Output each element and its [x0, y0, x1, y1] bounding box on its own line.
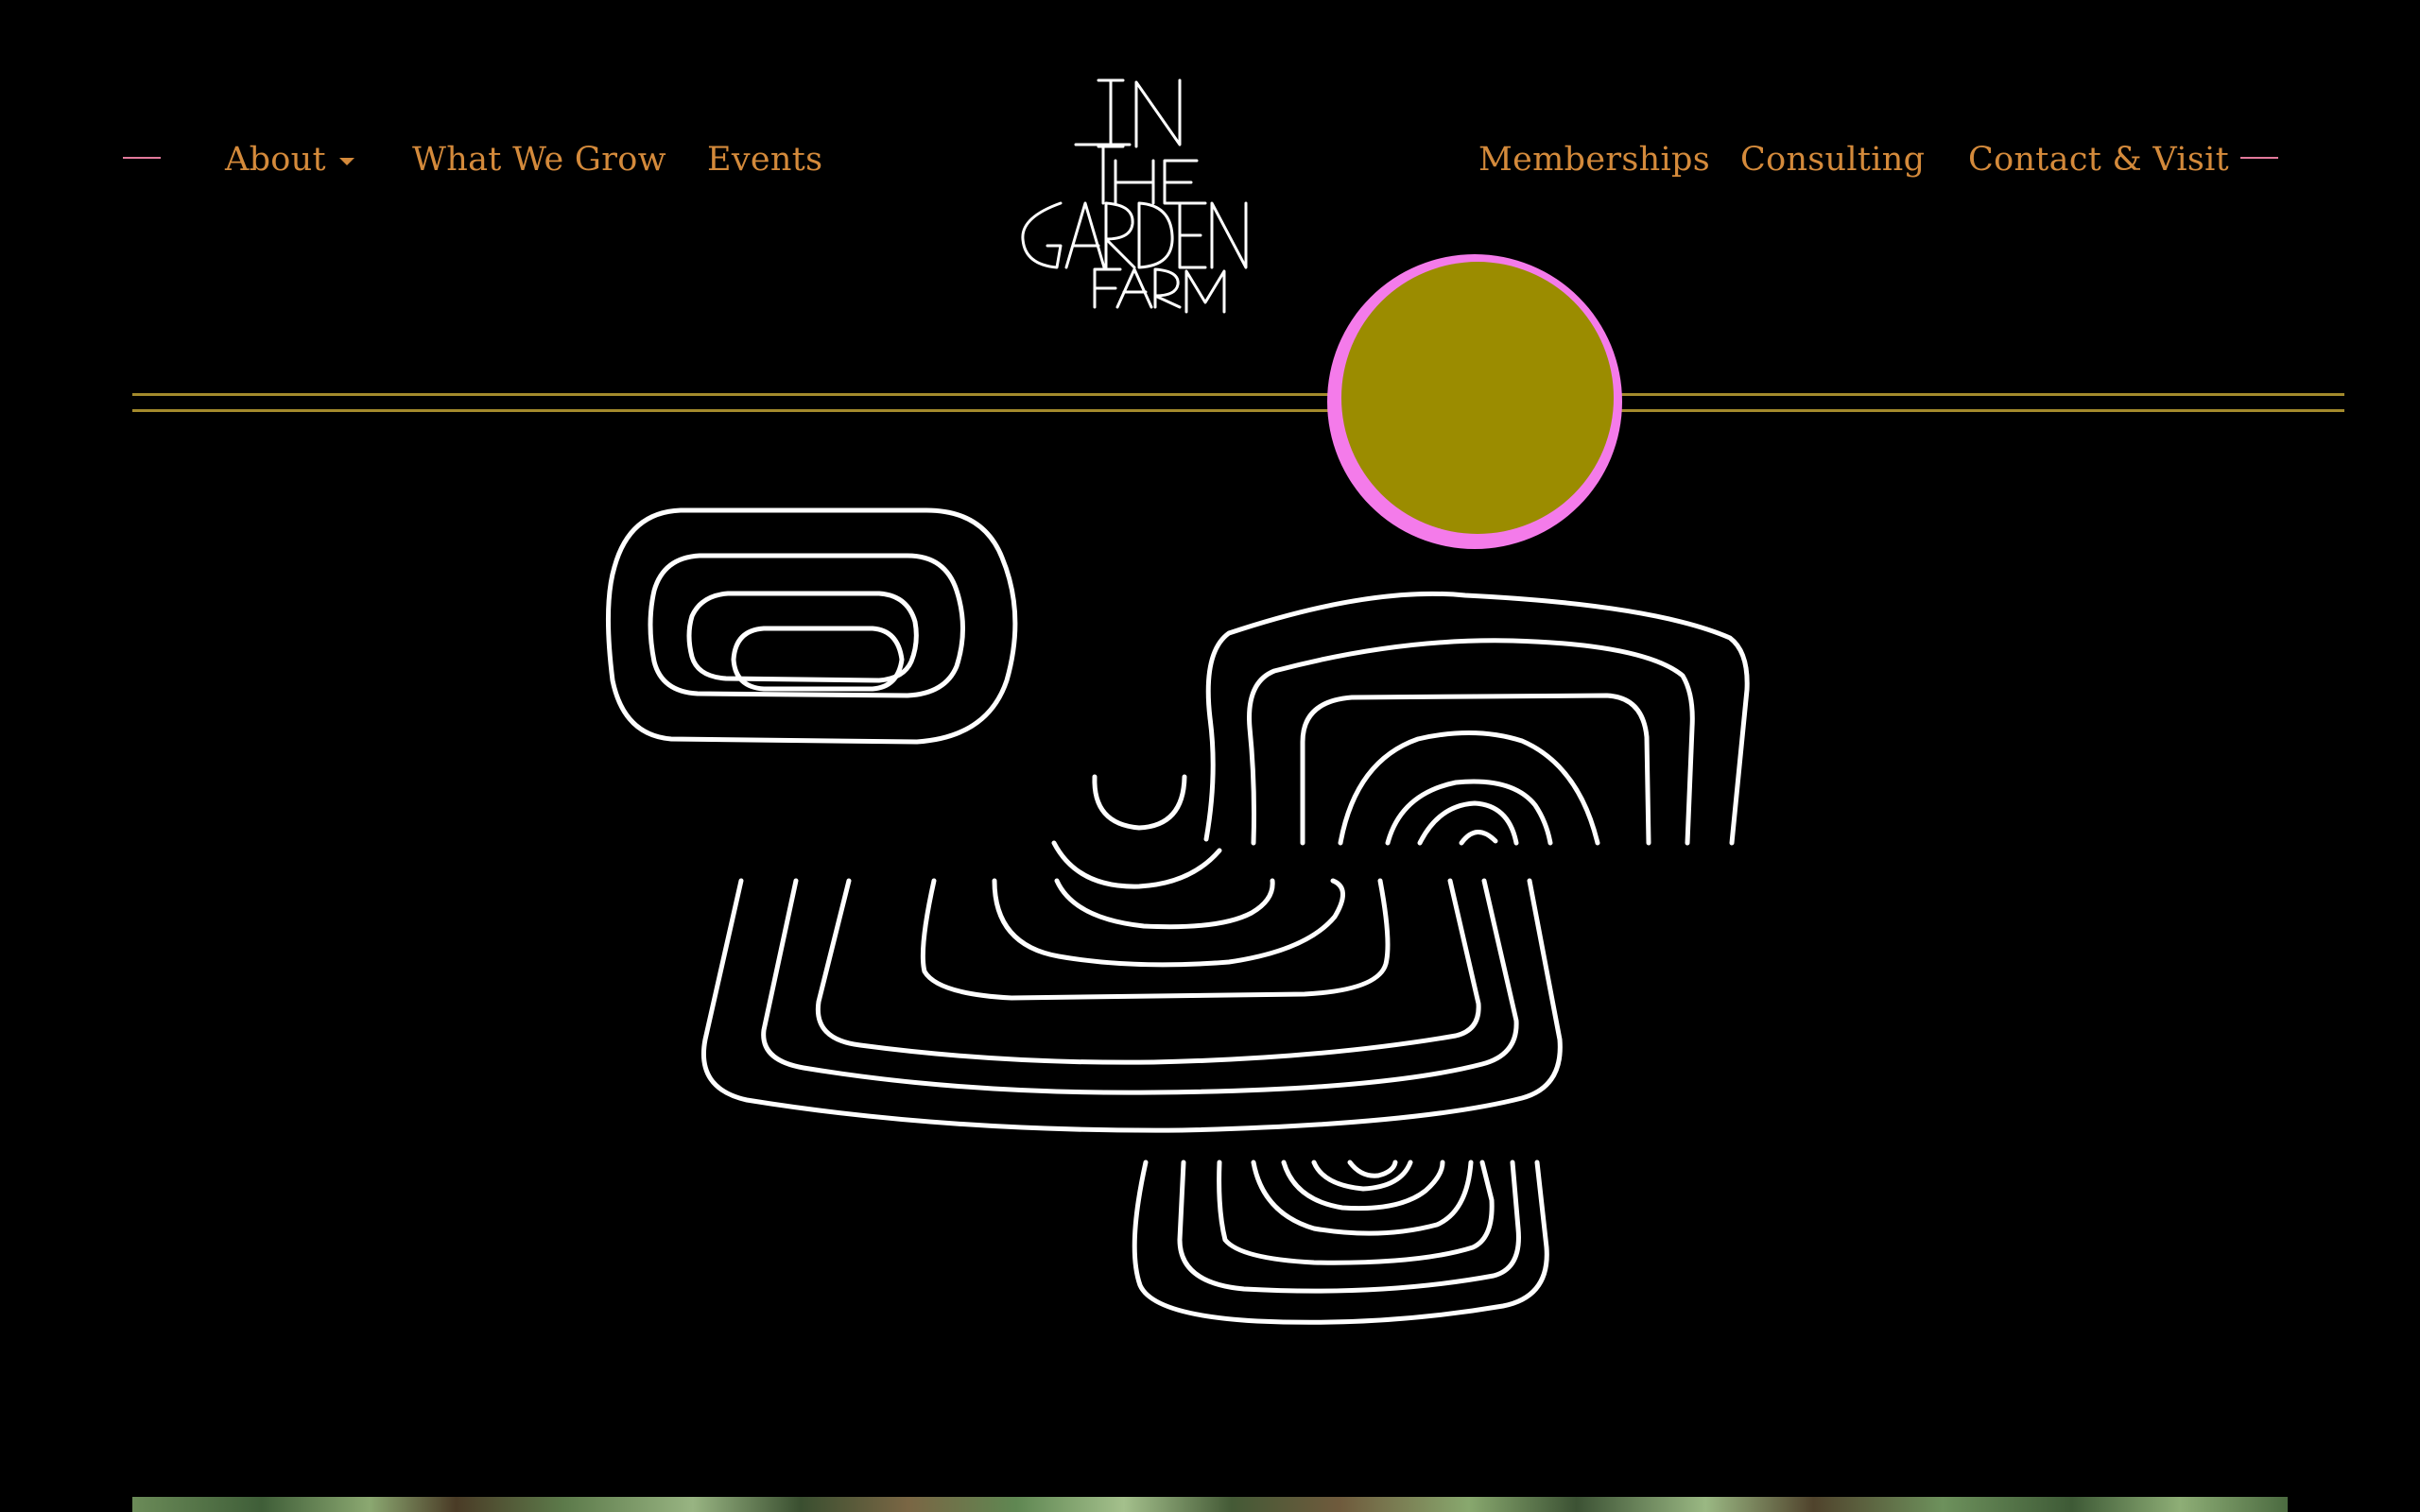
bottom-arch-7 — [1347, 1160, 1398, 1178]
nav-left-dash — [123, 157, 161, 159]
caret-down-icon — [338, 157, 354, 165]
site-logo[interactable] — [1011, 71, 1267, 321]
nav-events-label: Events — [707, 141, 823, 179]
nav-events[interactable]: Events — [707, 136, 822, 183]
logo-mark — [1021, 78, 1248, 314]
top-right-arch-2 — [1247, 638, 1695, 846]
middle-row-6 — [1054, 878, 1275, 930]
top-right-arch-3 — [1300, 693, 1651, 846]
top-right-arch-4 — [1338, 730, 1600, 846]
small-arch-1 — [1092, 774, 1187, 831]
nav-right-dash — [2240, 157, 2278, 159]
small-arch-2 — [1051, 840, 1222, 889]
nav-contact-visit-label: Contact & Visit — [1968, 141, 2229, 179]
nav-what-we-grow[interactable]: What We Grow — [412, 136, 666, 183]
bottom-arch-5 — [1281, 1160, 1445, 1211]
middle-row-4 — [920, 878, 1391, 1001]
top-right-arch-7 — [1459, 830, 1498, 846]
nav-memberships[interactable]: Memberships — [1478, 136, 1710, 183]
nav-memberships-label: Memberships — [1478, 141, 1710, 179]
nav-contact-visit[interactable]: Contact & Visit — [1968, 136, 2229, 183]
nav-about[interactable]: About — [225, 136, 354, 183]
hero-garden-photo — [132, 1497, 2288, 1512]
nav-consulting[interactable]: Consulting — [1740, 136, 1925, 183]
nav-what-we-grow-label: What We Grow — [412, 141, 666, 179]
horizon-line-bottom — [132, 409, 2344, 412]
middle-row-5 — [992, 878, 1345, 968]
garden-rows-illustration — [605, 507, 1750, 1325]
nav-consulting-label: Consulting — [1740, 141, 1926, 179]
nav-about-label: About — [225, 141, 326, 179]
horizon-line-top — [132, 393, 2344, 396]
top-left-ring-3 — [686, 591, 919, 683]
